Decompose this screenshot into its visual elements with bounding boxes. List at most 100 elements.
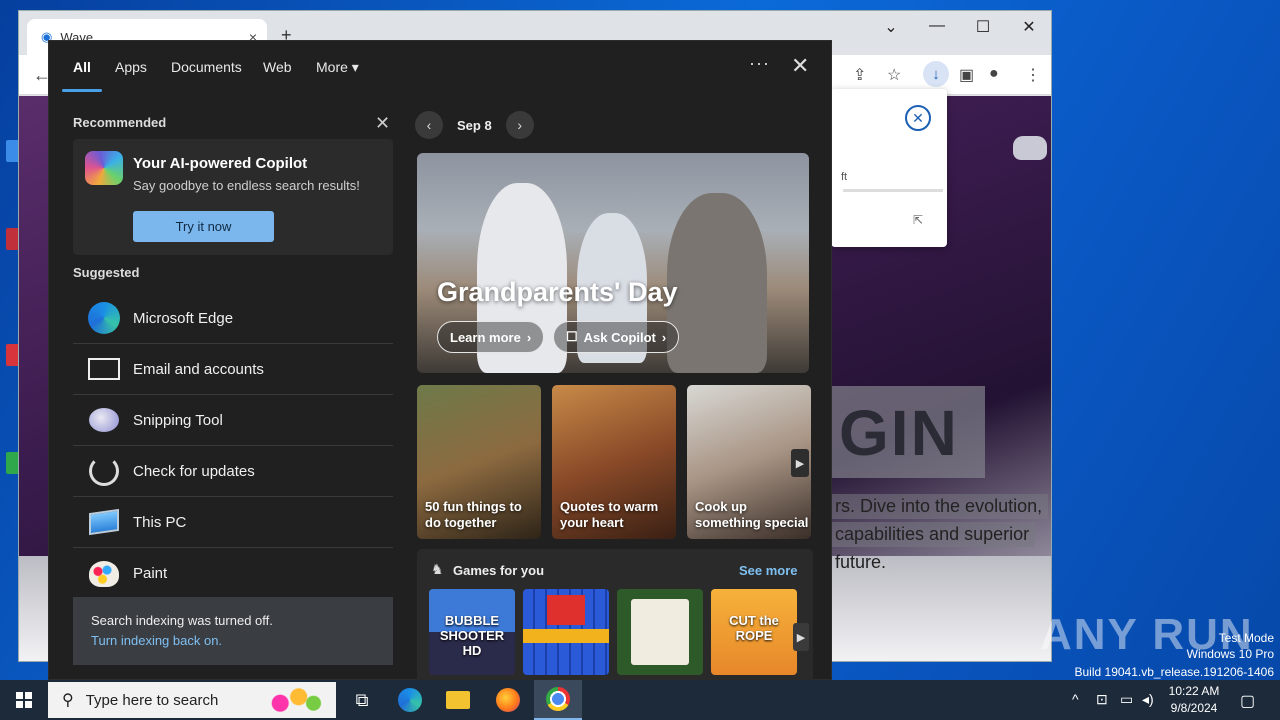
game-block-puzzle[interactable] — [523, 589, 609, 675]
game-title: BUBBLE SHOOTER HD — [439, 613, 505, 658]
tab-apps[interactable]: Apps — [115, 59, 147, 75]
chrome-icon — [546, 687, 570, 711]
search-icon: ⚲ — [62, 692, 74, 709]
indexing-notice: Search indexing was turned off. Turn ind… — [73, 597, 393, 665]
download-icon[interactable]: ↓ — [923, 61, 949, 87]
hero-card[interactable]: Grandparents' Day Learn more › ☐ Ask Cop… — [417, 153, 809, 373]
close-window-button[interactable]: ✕ — [1009, 17, 1049, 37]
hero-paragraph-line: rs. Dive into the evolution, — [829, 494, 1049, 519]
story-card-label: 50 fun things to do together — [425, 499, 522, 530]
taskbar-edge[interactable] — [386, 680, 434, 720]
close-panel-icon[interactable]: ✕ — [791, 53, 809, 79]
see-more-link[interactable]: See more — [739, 563, 798, 578]
search-tabs: All Apps Documents Web More ▾ ··· ✕ — [49, 41, 833, 93]
previous-day-button[interactable]: ‹ — [415, 111, 443, 139]
sidepanel-icon[interactable]: ▣ — [959, 65, 974, 85]
network-icon[interactable]: ▭ — [1120, 691, 1133, 708]
maximize-button[interactable]: ☐ — [963, 17, 1003, 37]
taskbar-firefox[interactable] — [484, 680, 532, 720]
snipping-tool-icon — [87, 403, 121, 437]
bookmark-star-icon[interactable]: ☆ — [887, 65, 901, 85]
copilot-title: Your AI-powered Copilot — [133, 155, 308, 172]
story-card[interactable]: 50 fun things to do together — [417, 385, 541, 539]
copilot-icon — [85, 151, 123, 185]
os-build: Build 19041.vb_release.191206-1406 — [1074, 665, 1275, 679]
os-test-mode: Test Mode — [1218, 631, 1274, 645]
suggested-list: Microsoft Edge Email and accounts Snippi… — [73, 293, 393, 599]
date-navigation: ‹ Sep 8 › — [415, 111, 534, 139]
edge-icon — [87, 301, 121, 335]
suggested-item-updates[interactable]: Check for updates — [73, 446, 393, 497]
games-title: Games for you — [453, 563, 545, 578]
chevron-right-icon: › — [526, 329, 532, 345]
game-mahjong[interactable] — [617, 589, 703, 675]
suggested-item-email[interactable]: Email and accounts — [73, 344, 393, 395]
game-tile-decoration — [547, 595, 585, 625]
suggested-item-label: Email and accounts — [133, 360, 264, 378]
start-button[interactable] — [0, 680, 48, 720]
chevron-down-icon: ▾ — [351, 59, 359, 75]
pc-icon — [87, 505, 121, 539]
hero-paragraph-line: capabilities and superior — [829, 522, 1036, 547]
suggested-item-edge[interactable]: Microsoft Edge — [73, 293, 393, 344]
hero-photo-figure — [667, 193, 767, 373]
cancel-download-icon[interactable]: ✕ — [905, 105, 931, 131]
tray-network-alt-icon[interactable]: ⊡ — [1096, 691, 1108, 708]
story-cards: 50 fun things to do together Quotes to w… — [417, 385, 813, 539]
active-tab-indicator — [62, 89, 102, 92]
profile-icon[interactable]: ● — [989, 65, 999, 83]
game-title: CUT the ROPE — [729, 613, 779, 643]
learn-more-button[interactable]: Learn more › — [437, 321, 545, 353]
tab-web[interactable]: Web — [263, 59, 292, 75]
mail-icon — [87, 352, 121, 386]
next-day-button[interactable]: › — [505, 111, 534, 139]
more-options-icon[interactable]: ··· — [749, 53, 770, 74]
copilot-subtitle: Say goodbye to endless search results! — [133, 178, 360, 193]
ask-copilot-label: Ask Copilot — [583, 329, 656, 345]
story-card[interactable]: Quotes to warm your heart — [552, 385, 676, 539]
share-icon[interactable]: ⇪ — [853, 65, 866, 85]
hero-title: Grandparents' Day — [437, 277, 678, 307]
copilot-card[interactable]: Your AI-powered Copilot Say goodbye to e… — [73, 139, 393, 255]
game-bubble-shooter[interactable]: BUBBLE SHOOTER HD — [429, 589, 515, 675]
taskbar-clock[interactable]: 10:22 AM 9/8/2024 — [1164, 683, 1224, 717]
date-label: Sep 8 — [457, 117, 492, 133]
notifications-icon[interactable]: ▢ — [1240, 691, 1255, 711]
task-view-button[interactable]: ⧉ — [338, 680, 386, 720]
suggested-item-snipping[interactable]: Snipping Tool — [73, 395, 393, 446]
ask-copilot-button[interactable]: ☐ Ask Copilot › — [553, 321, 680, 353]
tab-search-button[interactable]: ⌄ — [871, 17, 911, 37]
suggested-item-label: Microsoft Edge — [133, 309, 234, 327]
clock-time: 10:22 AM — [1168, 684, 1220, 698]
tab-documents[interactable]: Documents — [171, 59, 242, 75]
download-progress — [843, 189, 943, 192]
tray-overflow-icon[interactable]: ^ — [1072, 691, 1079, 707]
menu-kebab-icon[interactable]: ⋮ — [1025, 65, 1041, 85]
taskbar-file-explorer[interactable] — [434, 680, 482, 720]
tab-more[interactable]: More ▾ — [316, 59, 359, 76]
suggested-item-label: Snipping Tool — [133, 411, 223, 429]
try-it-now-button[interactable]: Try it now — [133, 211, 274, 242]
download-popup: ✕ ft ⇱ — [831, 89, 947, 247]
suggested-item-this-pc[interactable]: This PC — [73, 497, 393, 548]
windows-logo-icon — [16, 692, 32, 708]
tab-more-label: More — [316, 59, 348, 75]
games-next-button[interactable]: ▶ — [793, 623, 809, 651]
volume-icon[interactable]: ◂) — [1142, 691, 1154, 708]
discord-icon[interactable] — [1013, 136, 1047, 160]
turn-indexing-on-link[interactable]: Turn indexing back on. — [91, 633, 222, 648]
suggested-item-paint[interactable]: Paint — [73, 548, 393, 599]
tab-all[interactable]: All — [73, 59, 91, 75]
game-cut-the-rope[interactable]: CUT the ROPE — [711, 589, 797, 675]
suggested-item-label: Check for updates — [133, 462, 255, 480]
minimize-button[interactable]: — — [917, 17, 957, 35]
close-recommended-icon[interactable]: ✕ — [375, 113, 390, 134]
folder-icon — [446, 691, 470, 709]
download-filename: ft — [841, 171, 848, 183]
hero-heading: GIN — [839, 397, 959, 469]
open-external-icon[interactable]: ⇱ — [913, 213, 923, 227]
cards-next-button[interactable]: ▶ — [791, 449, 809, 477]
taskbar-chrome[interactable] — [534, 680, 582, 720]
taskbar-search-box[interactable]: ⚲ Type here to search — [48, 682, 336, 718]
paint-icon — [87, 557, 121, 591]
